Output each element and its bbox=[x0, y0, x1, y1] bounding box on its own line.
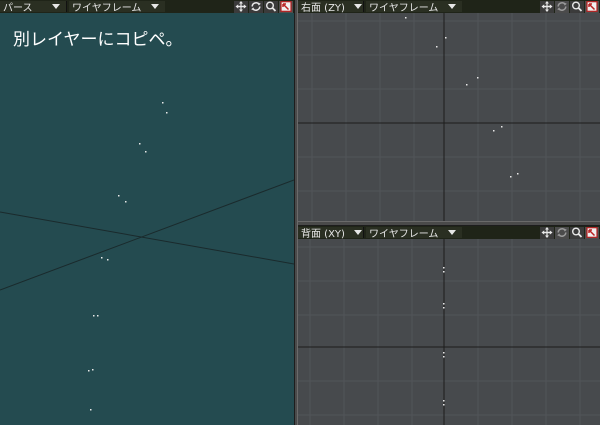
back-grid bbox=[298, 239, 600, 425]
chevron-down-icon bbox=[354, 4, 362, 9]
move-icon[interactable] bbox=[540, 0, 554, 13]
back-canvas[interactable] bbox=[298, 239, 600, 425]
render-mode-label: ワイヤフレーム bbox=[369, 3, 439, 14]
render-mode-dropdown[interactable]: ワイヤフレーム bbox=[366, 227, 462, 240]
viewport-tools bbox=[540, 0, 600, 13]
perspective-viewport[interactable]: パース ワイヤフレーム 別レイヤーにコピペ。 bbox=[0, 0, 294, 425]
zoom-icon[interactable] bbox=[570, 226, 584, 239]
overlay-caption: 別レイヤーにコピペ。 bbox=[13, 30, 183, 50]
viewport-tools bbox=[234, 0, 294, 13]
view-type-dropdown[interactable]: 背面 (XY) bbox=[298, 227, 364, 240]
chevron-down-icon bbox=[151, 4, 159, 9]
viewport-tools bbox=[540, 226, 600, 239]
rotate-icon[interactable] bbox=[555, 0, 569, 13]
modeler-window: パース ワイヤフレーム 別レイヤーにコピペ。 右面 (ZY) ワイヤフレーム 背… bbox=[0, 0, 600, 425]
move-icon[interactable] bbox=[234, 0, 248, 13]
back-header: 背面 (XY) ワイヤフレーム bbox=[298, 226, 600, 240]
right-viewport[interactable]: 右面 (ZY) ワイヤフレーム bbox=[298, 0, 600, 221]
render-mode-label: ワイヤフレーム bbox=[72, 3, 142, 14]
zoom-icon[interactable] bbox=[264, 0, 278, 13]
move-icon[interactable] bbox=[540, 226, 554, 239]
render-mode-label: ワイヤフレーム bbox=[369, 229, 439, 240]
right-header: 右面 (ZY) ワイヤフレーム bbox=[298, 0, 600, 14]
right-grid bbox=[298, 13, 600, 221]
perspective-header: パース ワイヤフレーム bbox=[0, 0, 294, 14]
chevron-down-icon bbox=[448, 4, 456, 9]
maximize-icon[interactable] bbox=[585, 226, 599, 239]
view-type-label: 背面 (XY) bbox=[301, 229, 345, 240]
maximize-icon[interactable] bbox=[585, 0, 599, 13]
rotate-icon[interactable] bbox=[249, 0, 263, 13]
right-canvas[interactable] bbox=[298, 13, 600, 221]
perspective-canvas[interactable] bbox=[0, 13, 294, 425]
chevron-down-icon bbox=[448, 230, 456, 235]
zoom-icon[interactable] bbox=[570, 0, 584, 13]
view-type-dropdown[interactable]: 右面 (ZY) bbox=[298, 1, 364, 14]
view-type-label: 右面 (ZY) bbox=[301, 3, 345, 14]
view-type-dropdown[interactable]: パース bbox=[0, 1, 67, 14]
chevron-down-icon bbox=[52, 4, 60, 9]
render-mode-dropdown[interactable]: ワイヤフレーム bbox=[69, 1, 165, 14]
render-mode-dropdown[interactable]: ワイヤフレーム bbox=[366, 1, 462, 14]
chevron-down-icon bbox=[354, 230, 362, 235]
rotate-icon[interactable] bbox=[555, 226, 569, 239]
maximize-icon[interactable] bbox=[279, 0, 293, 13]
view-type-label: パース bbox=[3, 3, 33, 14]
back-viewport[interactable]: 背面 (XY) ワイヤフレーム bbox=[298, 226, 600, 425]
perspective-grid bbox=[0, 102, 294, 411]
